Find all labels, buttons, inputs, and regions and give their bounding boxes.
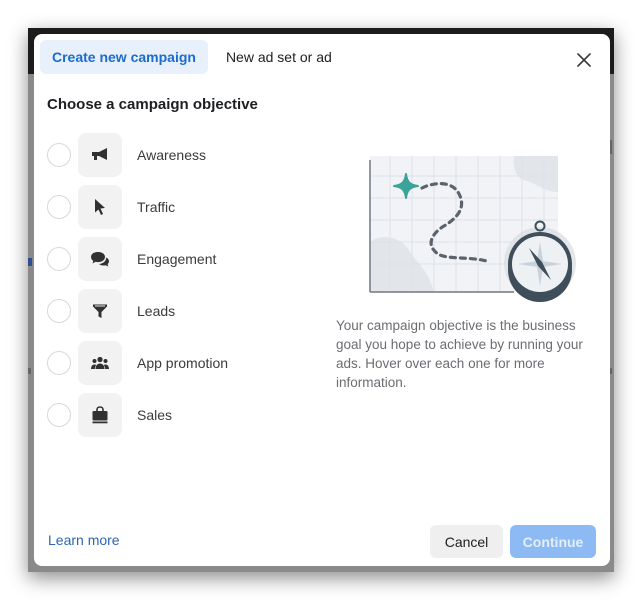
continue-button[interactable]: Continue [510,525,596,558]
dialog-heading: Choose a campaign objective [47,96,258,113]
cursor-icon [95,199,105,215]
objective-radio[interactable] [47,351,71,375]
objective-list: Awareness Traffic Engagement Leads App p… [47,133,228,445]
objective-radio[interactable] [47,143,71,167]
learn-more-link[interactable]: Learn more [48,532,120,548]
megaphone-icon [92,148,107,160]
objective-radio[interactable] [47,299,71,323]
map-and-compass-illustration [369,156,576,302]
objective-icon-box [78,393,122,437]
objective-label: App promotion [137,355,229,371]
objective-label: Awareness [137,147,207,163]
objective-radio[interactable] [47,403,71,427]
objective-sales[interactable]: Sales [47,393,228,437]
cancel-button[interactable]: Cancel [430,525,503,558]
objective-description: Your campaign objective is the business … [336,318,583,390]
chat-bubbles-icon [91,252,109,267]
objective-awareness[interactable]: Awareness [47,133,228,177]
objective-traffic[interactable]: Traffic [47,185,228,229]
funnel-icon [93,304,107,318]
objective-icon-box [78,289,122,333]
objective-radio[interactable] [47,195,71,219]
objective-icon-box [78,185,122,229]
dialog-tabs: Create new campaign New ad set or ad [40,40,344,74]
objective-label: Leads [137,303,176,319]
create-campaign-dialog: Create new campaign New ad set or ad Cho… [34,34,610,566]
objective-label: Sales [137,407,173,423]
shopping-bag-icon [92,406,108,424]
objective-icon-box [78,133,122,177]
tab-new-ad-set-or-ad[interactable]: New ad set or ad [214,40,344,74]
background-marker [28,368,31,374]
objective-radio[interactable] [47,247,71,271]
close-button[interactable] [572,48,596,72]
close-icon [577,53,591,67]
objective-leads[interactable]: Leads [47,289,228,333]
objective-icon-box [78,237,122,281]
objective-engagement[interactable]: Engagement [47,237,228,281]
objective-icon-box [78,341,122,385]
people-icon [91,356,109,369]
objective-label: Engagement [137,251,217,267]
tab-create-new-campaign[interactable]: Create new campaign [40,40,208,74]
objective-label: Traffic [137,199,176,215]
objective-app-promotion[interactable]: App promotion [47,341,228,385]
background-link-fragment [28,258,32,266]
